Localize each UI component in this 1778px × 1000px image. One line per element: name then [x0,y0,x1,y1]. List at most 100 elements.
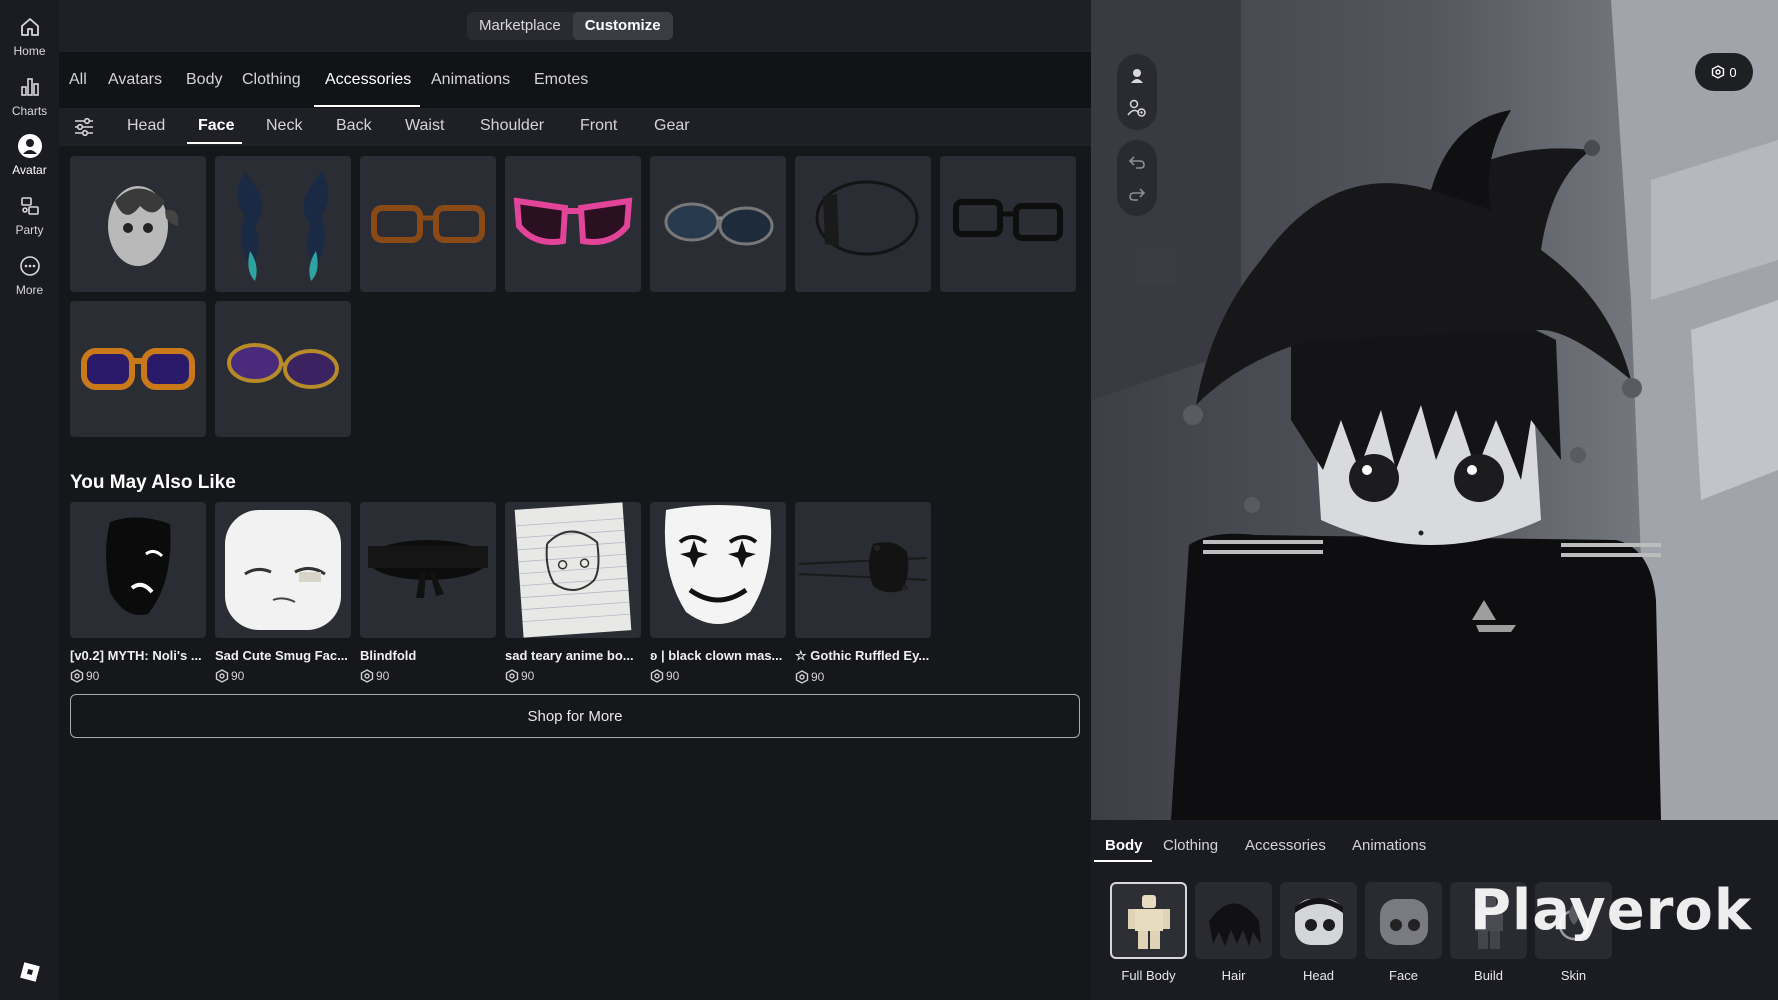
subtab-waist[interactable]: Waist [405,117,444,135]
robux-icon [1711,65,1725,79]
body-option-full-body[interactable]: Full Body [1110,882,1187,983]
roblox-logo-icon[interactable] [20,962,40,982]
rec-item[interactable]: ☆ Gothic Ruffled Ey... 90 [795,502,931,684]
rec-item[interactable]: sad teary anime bo... 90 [505,502,641,683]
nav-label-charts: Charts [11,104,48,118]
nav-item-more[interactable]: More [0,253,59,309]
app-root: Home Charts Avatar Party More Marketplac… [0,0,1778,1000]
filter-sliders-icon[interactable] [73,116,95,138]
editor-tab-indicator [1094,860,1152,862]
item-tile-aviator-sunglasses[interactable] [650,156,786,292]
tab-body[interactable]: Body [186,71,222,89]
item-tile-brown-glasses[interactable] [360,156,496,292]
item-tile-gold-purple-aviators[interactable] [215,301,351,437]
editor-tab-animations[interactable]: Animations [1352,837,1426,854]
subtab-shoulder[interactable]: Shoulder [480,117,544,135]
nav-label-avatar: Avatar [12,163,47,177]
recommendations-heading: You May Also Like [70,472,236,493]
body-option-hair[interactable]: Hair [1195,882,1272,983]
mode-switch: Marketplace Customize [467,12,673,40]
item-tile-blue-flame-wisps[interactable] [215,156,351,292]
editor-tab-accessories[interactable]: Accessories [1245,837,1326,854]
subtab-face[interactable]: Face [198,117,234,135]
robux-icon [795,670,809,684]
rec-name: Sad Cute Smug Fac... [215,648,348,663]
face-thumb [1365,882,1442,959]
nav-item-charts[interactable]: Charts [0,74,59,130]
tab-all[interactable]: All [69,71,87,89]
rec-price: 90 [360,669,496,683]
rec-price-value: 90 [666,669,680,683]
body-option-label: Build [1474,968,1503,983]
rec-name: ☆ Gothic Ruffled Ey... [795,648,930,663]
nav-label-home: Home [13,44,46,58]
tab-avatars[interactable]: Avatars [108,71,162,89]
top-bar: Marketplace Customize [59,0,1091,52]
tab-emotes[interactable]: Emotes [534,71,588,89]
robux-icon [360,669,374,683]
body-option-head[interactable]: Head [1280,882,1357,983]
body-option-label: Hair [1221,968,1246,983]
avatar-settings-icon[interactable] [1123,92,1151,124]
full-body-thumb [1110,882,1187,959]
avatar-zoom-icon[interactable] [1123,60,1151,92]
body-option-label: Full Body [1121,968,1176,983]
avatar-icon [17,133,43,159]
rec-price-value: 90 [86,669,100,683]
tab-animations[interactable]: Animations [431,71,510,89]
rec-item[interactable]: Blindfold 90 [360,502,496,683]
rec-thumb-blindfold [360,502,496,638]
nav-item-party[interactable]: Party [0,193,59,249]
item-tile-black-visor[interactable] [795,156,931,292]
category-tab-indicator [314,105,420,107]
rec-thumb-gothic-eyepatch [795,502,931,638]
avatar-preview-scene [1091,0,1778,820]
avatar-viewport[interactable]: 0 [1091,0,1778,820]
robux-icon [650,669,664,683]
subcategory-tabs: Head Face Neck Back Waist Shoulder Front… [59,108,1091,146]
camera-controls [1117,54,1157,130]
rec-item[interactable]: [v0.2] MYTH: Noli's ... 90 [70,502,206,683]
tab-clothing[interactable]: Clothing [242,71,301,89]
rec-price: 90 [650,669,786,683]
head-thumb [1280,882,1357,959]
nav-label-more: More [15,283,44,297]
rec-thumb-black-sad-mask [70,502,206,638]
rec-item[interactable]: Sad Cute Smug Fac... 90 [215,502,351,683]
undo-icon[interactable] [1123,146,1151,178]
charts-icon [17,74,43,100]
item-tile-orange-purple-shades[interactable] [70,301,206,437]
rec-price: 90 [215,669,351,683]
rec-name: sad teary anime bo... [505,648,634,663]
nav-item-avatar[interactable]: Avatar [0,133,59,189]
history-controls [1117,140,1157,216]
tab-accessories[interactable]: Accessories [325,71,411,89]
marketplace-tab[interactable]: Marketplace [467,12,573,40]
body-option-face[interactable]: Face [1365,882,1442,983]
subtab-back[interactable]: Back [336,117,372,135]
subtab-neck[interactable]: Neck [266,117,302,135]
subtab-gear[interactable]: Gear [654,117,690,135]
subtab-front[interactable]: Front [580,117,617,135]
rec-price-value: 90 [231,669,245,683]
hair-thumb [1195,882,1272,959]
shop-for-more-button[interactable]: Shop for More [70,694,1080,738]
robux-icon [215,669,229,683]
redo-icon[interactable] [1123,178,1151,210]
subtab-head[interactable]: Head [127,117,165,135]
editor-tab-body[interactable]: Body [1105,837,1143,854]
customize-tab[interactable]: Customize [572,12,673,40]
nav-item-home[interactable]: Home [0,14,59,70]
body-option-label: Face [1389,968,1418,983]
robux-balance[interactable]: 0 [1695,53,1753,91]
editor-tab-clothing[interactable]: Clothing [1163,837,1218,854]
rec-item[interactable]: ʚ | black clown mas... 90 [650,502,786,683]
item-tile-pink-sunglasses[interactable] [505,156,641,292]
rec-price: 90 [70,669,206,683]
item-tile-zombie-mask[interactable] [70,156,206,292]
rec-price-value: 90 [376,669,390,683]
robux-icon [505,669,519,683]
item-tile-black-glasses[interactable] [940,156,1076,292]
robux-icon [70,669,84,683]
rec-price-value: 90 [521,669,535,683]
